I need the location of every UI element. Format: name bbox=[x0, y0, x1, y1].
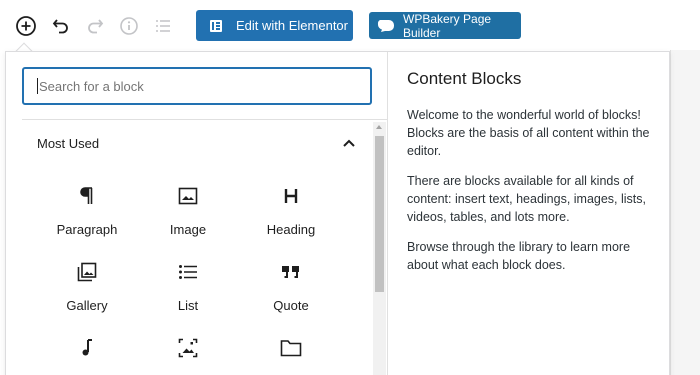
cover-icon bbox=[178, 336, 198, 360]
block-list-scrollbar[interactable] bbox=[373, 122, 386, 375]
gallery-icon bbox=[77, 260, 97, 284]
wpbakery-button-label: WPBakery Page Builder bbox=[403, 11, 492, 40]
redo-icon[interactable] bbox=[82, 13, 108, 39]
most-used-panel-header[interactable]: Most Used bbox=[22, 120, 372, 166]
help-title: Content Blocks bbox=[407, 69, 522, 88]
text-caret bbox=[37, 78, 38, 94]
elementor-button-label: Edit with Elementor bbox=[236, 18, 348, 33]
block-label: Heading bbox=[266, 222, 316, 237]
info-icon[interactable] bbox=[116, 13, 142, 39]
wpbakery-page-builder-button[interactable]: WPBakery Page Builder bbox=[369, 11, 521, 40]
file-icon bbox=[280, 336, 302, 360]
block-help-pane: Content Blocks Welcome to the wonderful … bbox=[389, 52, 669, 375]
heading-icon bbox=[283, 184, 299, 208]
quote-icon bbox=[281, 260, 301, 284]
block-label: Gallery bbox=[66, 298, 108, 313]
block-item-heading[interactable]: Heading bbox=[237, 184, 345, 237]
undo-icon[interactable] bbox=[48, 13, 74, 39]
block-item-file[interactable] bbox=[237, 336, 345, 374]
block-item-gallery[interactable]: Gallery bbox=[33, 260, 141, 313]
plus-circle-icon[interactable] bbox=[13, 13, 39, 39]
block-label: List bbox=[177, 298, 199, 313]
scroll-up-arrow-icon[interactable] bbox=[376, 125, 382, 129]
block-label: Quote bbox=[273, 298, 309, 313]
block-item-list[interactable]: List bbox=[134, 260, 242, 313]
audio-icon bbox=[79, 336, 95, 360]
list-view-icon[interactable] bbox=[150, 13, 176, 39]
editor-canvas-edge bbox=[670, 50, 700, 375]
editor-toolbar: Edit with Elementor WPBakery Page Builde… bbox=[0, 0, 700, 50]
wpbakery-logo-icon bbox=[377, 19, 395, 32]
block-inserter-popover: Search for a block Most Used Paragraph I… bbox=[5, 51, 670, 375]
edit-with-elementor-button[interactable]: Edit with Elementor bbox=[196, 10, 353, 41]
help-paragraph: There are blocks available for all kinds… bbox=[407, 174, 647, 224]
elementor-logo-icon bbox=[210, 19, 222, 32]
block-item-image[interactable]: Image bbox=[134, 184, 242, 237]
block-item-cover[interactable] bbox=[134, 336, 242, 374]
scrollbar-thumb[interactable] bbox=[375, 136, 384, 292]
block-label: Image bbox=[169, 222, 207, 237]
block-item-quote[interactable]: Quote bbox=[237, 260, 345, 313]
paragraph-icon bbox=[79, 184, 95, 208]
chevron-up-icon[interactable] bbox=[336, 130, 362, 156]
list-icon bbox=[178, 260, 198, 284]
block-item-audio[interactable] bbox=[33, 336, 141, 374]
help-paragraph: Browse through the library to learn more… bbox=[407, 240, 631, 272]
block-item-paragraph[interactable]: Paragraph bbox=[33, 184, 141, 237]
help-paragraph: Welcome to the wonderful world of blocks… bbox=[407, 108, 650, 158]
image-icon bbox=[178, 184, 198, 208]
block-search-input[interactable]: Search for a block bbox=[22, 67, 372, 105]
section-title: Most Used bbox=[37, 135, 100, 151]
block-library-pane: Search for a block Most Used Paragraph I… bbox=[6, 52, 388, 375]
search-placeholder: Search for a block bbox=[39, 78, 144, 94]
block-label: Paragraph bbox=[56, 222, 118, 237]
